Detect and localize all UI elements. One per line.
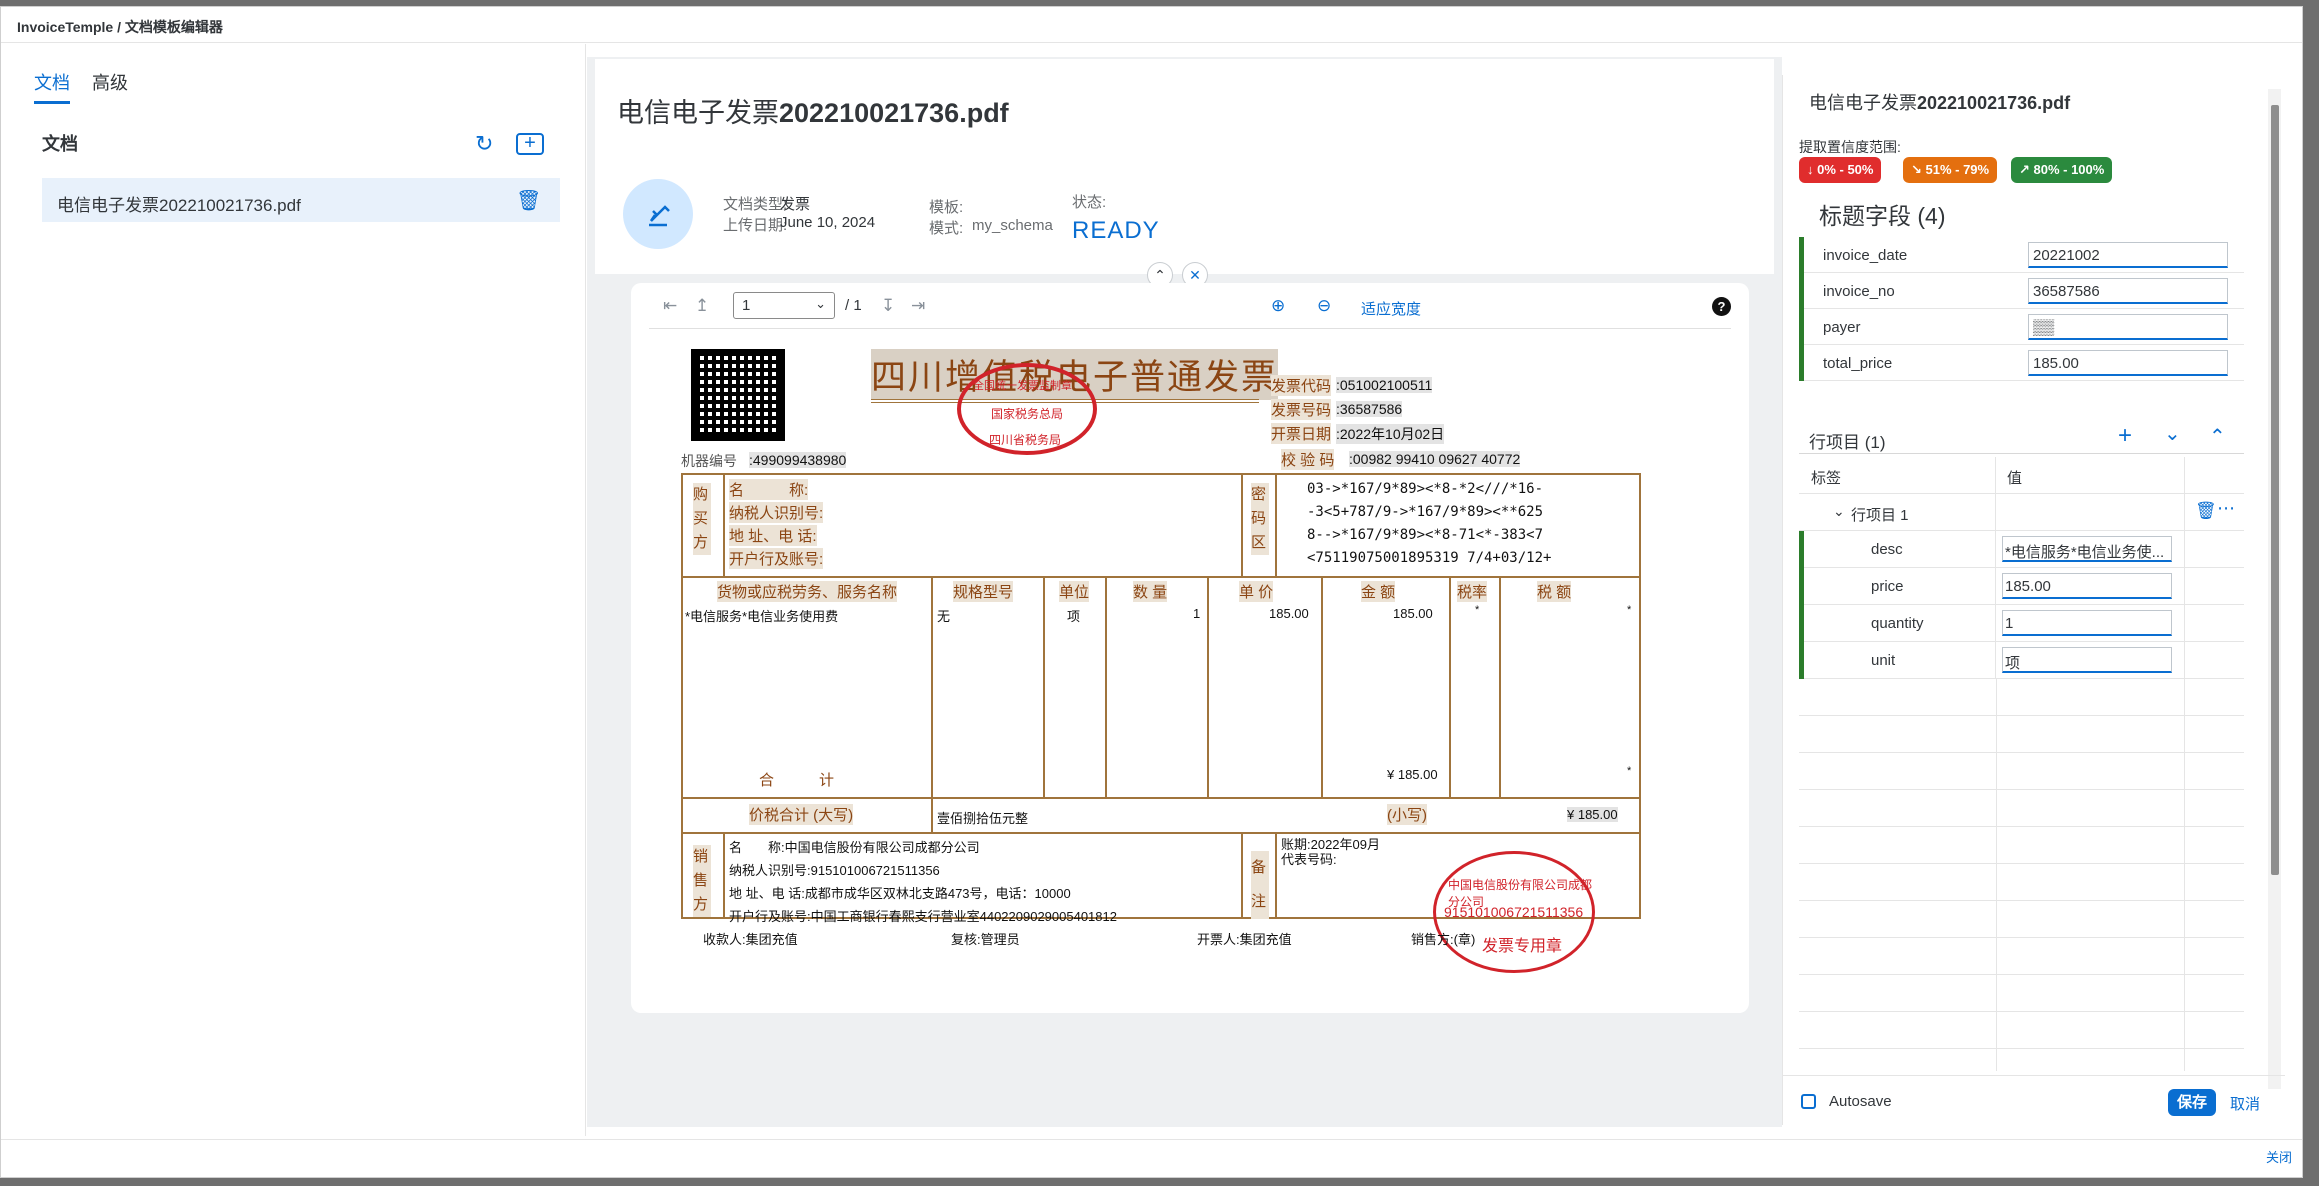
confidence-badge-mid: ↘ 51% - 79% xyxy=(1903,157,1998,183)
line-field-row: desc *电信服务*电信业务使... xyxy=(1799,531,2244,568)
watermark: CSDN @Seele_1018 xyxy=(2156,1160,2289,1176)
document-avatar-icon xyxy=(623,179,693,249)
next-page-icon[interactable]: ↧ xyxy=(881,296,895,316)
cancel-button[interactable]: 取消 xyxy=(2230,1093,2260,1114)
delete-icon[interactable]: 🗑 xyxy=(516,188,541,213)
line-field-input[interactable]: 项 xyxy=(2002,647,2172,673)
pdf-viewer: ⇤ ↥ 1 ⌄ / 1 ↧ ⇥ ⊕ ⊖ 适应宽度 ? 四川增值税电子普通发票 全国… xyxy=(631,283,1749,1013)
title-bar: InvoiceTemple / 文档模板编辑器 xyxy=(1,7,2302,43)
line-field-input[interactable]: *电信服务*电信业务使... xyxy=(2002,536,2172,562)
fields-footer: Autosave 保存 取消 xyxy=(1783,1075,2285,1125)
invoice-number-label: 发票号码 xyxy=(1271,399,1332,420)
page-select[interactable]: 1 ⌄ xyxy=(733,292,835,319)
status-value: READY xyxy=(1072,217,1160,244)
seller-stamp: 中国电信股份有限公司成都分公司 915101006721511356 发票专用章 xyxy=(1433,851,1595,973)
invoice-code-label: 发票代码 xyxy=(1271,375,1332,396)
documents-section-title: 文档 xyxy=(42,134,78,154)
autosave-label: Autosave xyxy=(1829,1093,1892,1110)
document-header: 电信电子发票202210021736.pdf 文档类型: 发票 上传日期: Ju… xyxy=(595,59,1774,274)
line-field-row: unit 项 xyxy=(1799,642,2244,679)
prev-page-icon[interactable]: ↥ xyxy=(695,296,709,316)
expand-all-icon[interactable]: ⌄ xyxy=(2164,424,2181,444)
fit-width-button[interactable]: 适应宽度 xyxy=(1361,298,1421,319)
header-fields-title: 标题字段 (4) xyxy=(1819,203,1946,229)
fields-panel: 电信电子发票202210021736.pdf 提取置信度范围: ↓ 0% - 5… xyxy=(1782,75,2285,1125)
doc-type-value: 发票 xyxy=(780,196,811,213)
document-panel: 文档 高级 文档 ↻ + 电信电子发票202210021736.pdf 🗑 xyxy=(1,44,586,1136)
line-field-input[interactable]: 185.00 xyxy=(2002,573,2172,599)
field-input[interactable]: 185.00 xyxy=(2028,350,2228,376)
zoom-out-icon[interactable]: ⊖ xyxy=(1317,296,1331,316)
upload-date-value: June 10, 2024 xyxy=(780,214,876,231)
collapse-all-icon[interactable]: ⌃ xyxy=(2209,427,2226,447)
line-field-row: price 185.00 xyxy=(1799,568,2244,605)
pdf-toolbar: ⇤ ↥ 1 ⌄ / 1 ↧ ⇥ ⊕ ⊖ 适应宽度 ? xyxy=(649,283,1731,329)
status-label: 状态: xyxy=(1072,194,1107,211)
machine-label: 机器编号 xyxy=(681,453,737,469)
delete-icon[interactable]: 🗑 xyxy=(2195,501,2217,521)
tab-document[interactable]: 文档 xyxy=(34,69,70,104)
invoice-image: 四川增值税电子普通发票 全国统一发票监制章 国家税务总局 四川省税务局 发票代码… xyxy=(681,339,1741,989)
help-icon[interactable]: ? xyxy=(1712,297,1731,316)
chevron-down-icon: ⌄ xyxy=(815,296,826,311)
field-input[interactable]: 20221002 xyxy=(2028,242,2228,268)
editor-dialog: InvoiceTemple / 文档模板编辑器 文档 高级 文档 ↻ + 电信电… xyxy=(0,6,2303,1178)
line-field-input[interactable]: 1 xyxy=(2002,610,2172,636)
upload-date-label: 上传日期: xyxy=(723,217,788,234)
first-page-icon[interactable]: ⇤ xyxy=(663,296,677,316)
buyer-label: 购买方 xyxy=(693,483,711,555)
fields-scrollbar[interactable] xyxy=(2268,89,2281,1089)
line-table-header: 标签 值 xyxy=(1799,457,2244,494)
line-field-row: quantity 1 xyxy=(1799,605,2244,642)
add-icon[interactable]: + xyxy=(516,133,544,155)
fields-panel-title: 电信电子发票202210021736.pdf xyxy=(1809,93,2071,113)
schema-label: 模式: xyxy=(929,220,964,237)
window-title: InvoiceTemple / 文档模板编辑器 xyxy=(17,19,223,35)
refresh-icon[interactable]: ↻ xyxy=(475,133,493,155)
zoom-in-icon[interactable]: ⊕ xyxy=(1271,296,1285,316)
field-input[interactable]: ▒▒ xyxy=(2028,314,2228,340)
add-line-icon[interactable]: + xyxy=(2118,424,2132,448)
confidence-badge-low: ↓ 0% - 50% xyxy=(1799,157,1882,183)
line-item-row[interactable]: ⌄ 行项目 1 🗑 ⋯ xyxy=(1799,494,2244,531)
last-page-icon[interactable]: ⇥ xyxy=(911,296,925,316)
field-input[interactable]: 36587586 xyxy=(2028,278,2228,304)
doc-type-label: 文档类型: xyxy=(723,196,788,213)
qr-code-icon xyxy=(691,349,785,441)
document-name: 电信电子发票202210021736.pdf xyxy=(57,196,301,215)
check-code-label: 校 验 码 xyxy=(1281,449,1335,470)
autosave-checkbox[interactable] xyxy=(1801,1094,1816,1109)
field-row: invoice_no 36587586 xyxy=(1799,273,2244,309)
confidence-label: 提取置信度范围: xyxy=(1799,139,1901,155)
page-total: / 1 xyxy=(845,297,862,314)
schema-value: my_schema xyxy=(972,217,1053,234)
tax-stamp: 全国统一发票监制章 国家税务总局 四川省税务局 xyxy=(957,363,1097,455)
save-button[interactable]: 保存 xyxy=(2168,1089,2216,1116)
remark-label: 备注 xyxy=(1251,851,1269,919)
chevron-down-icon[interactable]: ⌄ xyxy=(1833,503,1845,520)
document-preview-area: 电信电子发票202210021736.pdf 文档类型: 发票 上传日期: Ju… xyxy=(587,57,1782,1127)
empty-rows xyxy=(1799,679,2244,1071)
tab-advanced[interactable]: 高级 xyxy=(92,69,128,95)
template-label: 模板: xyxy=(929,199,964,216)
invoice-date-label: 开票日期 xyxy=(1271,423,1332,444)
field-row: total_price 185.00 xyxy=(1799,345,2244,381)
line-items-title: 行项目 (1) xyxy=(1809,433,1886,452)
more-icon[interactable]: ⋯ xyxy=(2217,498,2235,519)
confidence-badge-high: ↗ 80% - 100% xyxy=(2011,157,2113,183)
seller-label: 销售方 xyxy=(693,845,711,917)
document-title: 电信电子发票202210021736.pdf xyxy=(617,98,1009,128)
cipher-label: 密码区 xyxy=(1251,483,1269,555)
document-list-item[interactable]: 电信电子发票202210021736.pdf 🗑 xyxy=(42,178,560,222)
field-row: invoice_date 20221002 xyxy=(1799,237,2244,273)
field-row: payer ▒▒ xyxy=(1799,309,2244,345)
